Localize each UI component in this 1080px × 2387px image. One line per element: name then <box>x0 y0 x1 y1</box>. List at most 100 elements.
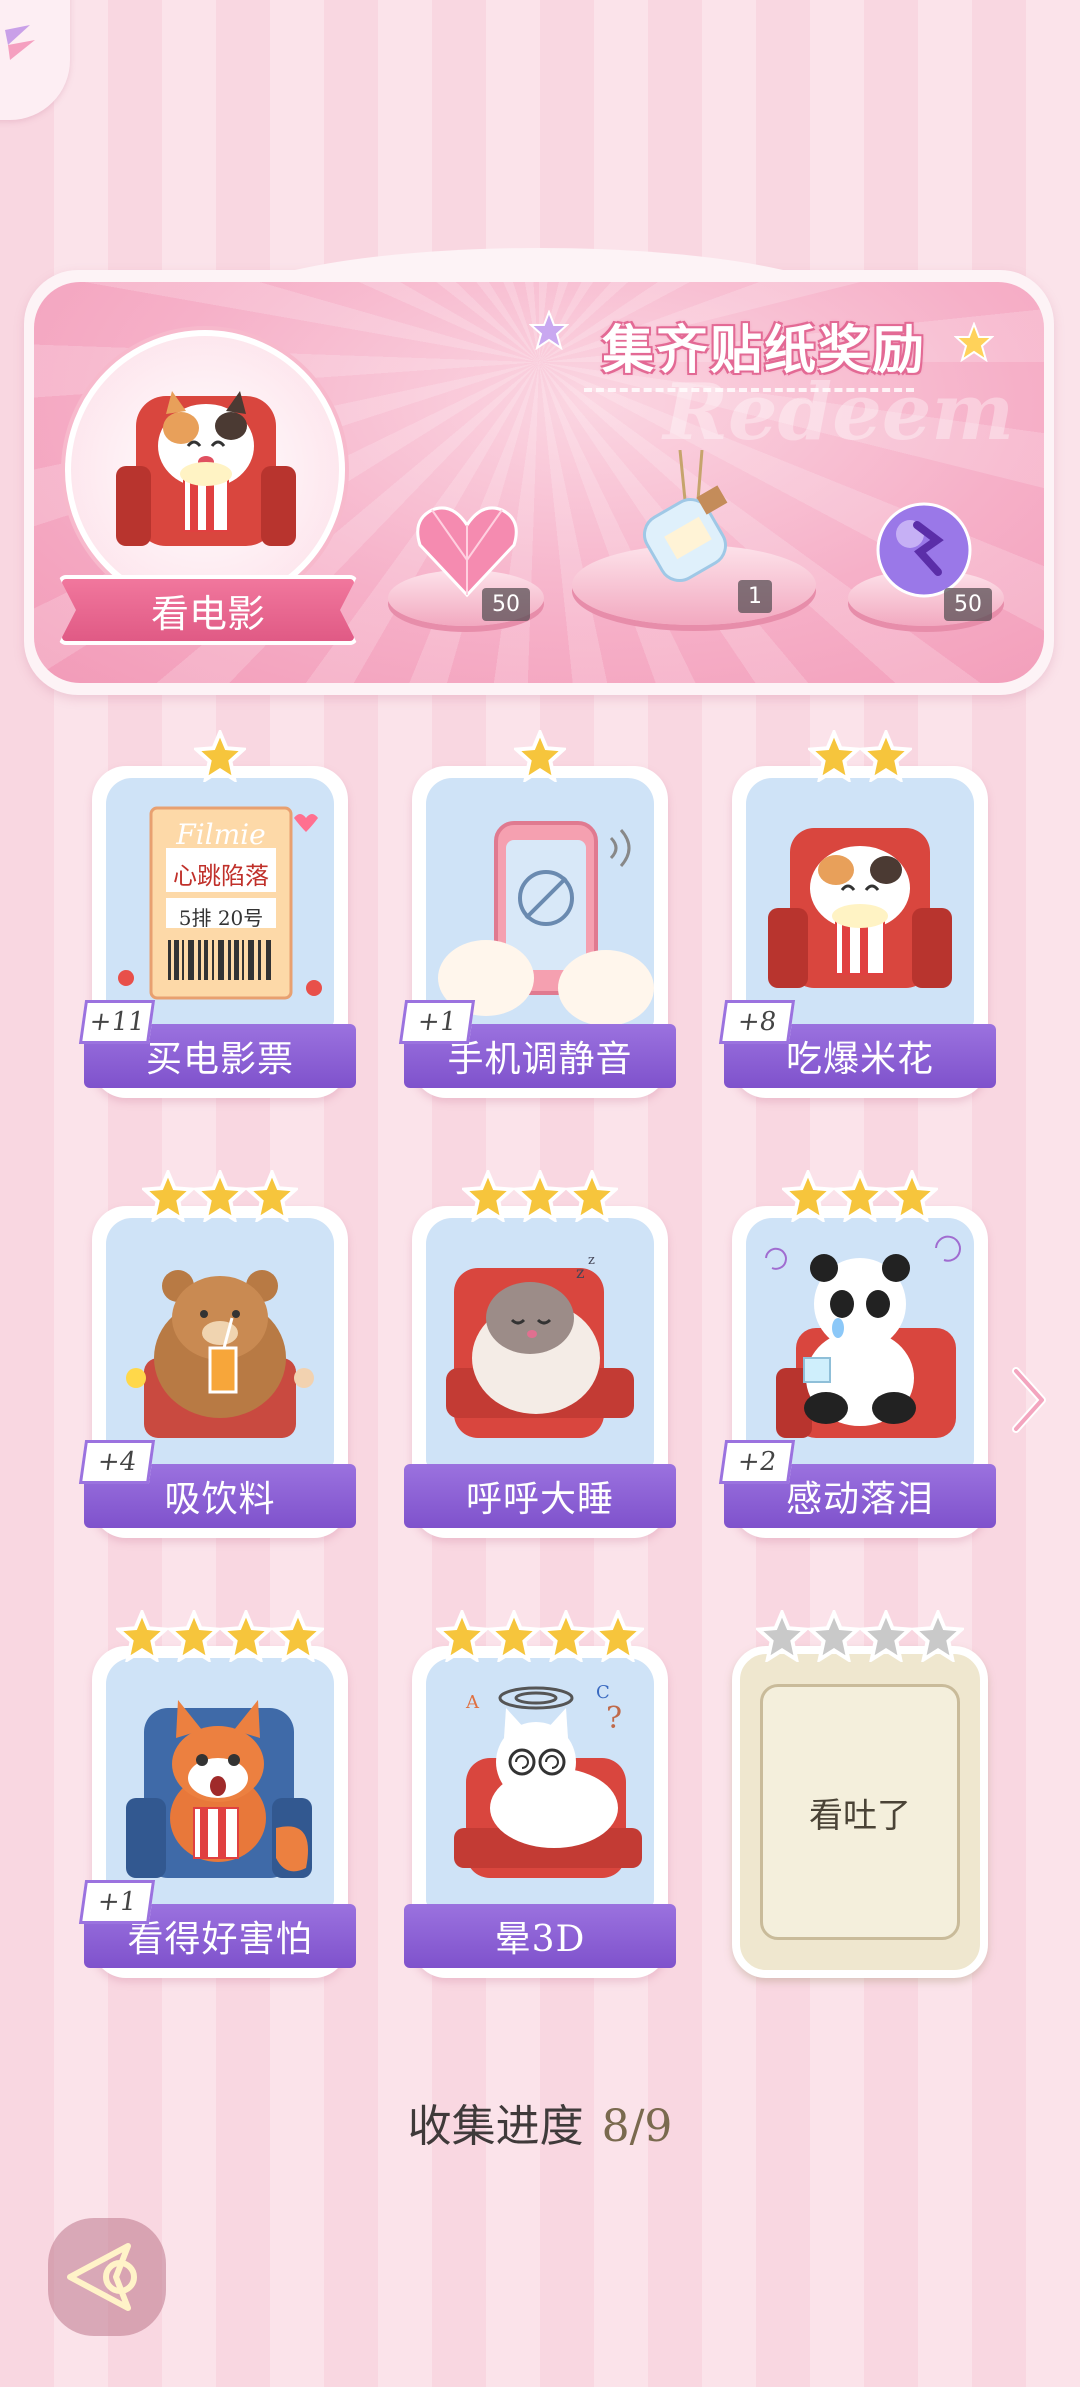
svg-text:z: z <box>576 1263 584 1282</box>
dizzy-cat-icon: A C ? <box>454 1682 642 1878</box>
plus-badge: +2 <box>718 1440 796 1484</box>
movie-label-ribbon: 看电影 <box>58 575 358 645</box>
gold-star-icon <box>436 1610 488 1662</box>
progress-value: 8/9 <box>601 2101 673 2152</box>
sleeping-hamster-icon: z z <box>446 1253 634 1438</box>
plus-badge: +4 <box>78 1440 156 1484</box>
plus-badge: +1 <box>398 1000 476 1044</box>
gold-star-icon <box>540 1610 592 1662</box>
sticker-card-popcorn[interactable]: +8 吃爆米花 <box>718 730 996 1098</box>
plus-badge: +8 <box>718 1000 796 1044</box>
cat-popcorn-icon <box>768 828 952 988</box>
banner-title: 集齐贴纸奖励 <box>601 319 926 381</box>
reward-count: 50 <box>482 588 530 621</box>
svg-text:C: C <box>596 1682 610 1703</box>
bear-drink-icon <box>126 1270 314 1438</box>
gold-star-icon <box>860 730 912 782</box>
ticket-brand: Filmie <box>176 818 266 851</box>
gold-star-icon <box>566 1170 618 1222</box>
card-label: 呼呼大睡 <box>404 1464 676 1528</box>
reward-message-bottle[interactable]: 1 <box>630 449 772 613</box>
gold-star-icon <box>168 1610 220 1662</box>
purple-star-icon <box>529 310 569 350</box>
grey-star-icon <box>860 1610 912 1662</box>
gold-star-icon <box>808 730 860 782</box>
crying-panda-icon <box>765 1235 961 1438</box>
ticket-seat: 5排 20号 <box>178 906 264 930</box>
sticker-card-locked[interactable]: 看吐了 <box>732 1610 988 1978</box>
scared-fox-icon <box>126 1700 312 1878</box>
plus-badge: +11 <box>78 1000 156 1044</box>
gold-star-icon <box>782 1170 834 1222</box>
gold-star-icon <box>220 1610 272 1662</box>
back-arrow-icon <box>67 2243 137 2311</box>
grey-star-icon <box>756 1610 808 1662</box>
gold-star-icon <box>488 1610 540 1662</box>
pink-heart-gem-icon <box>416 506 518 598</box>
fan-icon <box>5 25 35 60</box>
card-art <box>106 1658 334 1908</box>
reward-count: 50 <box>944 588 992 621</box>
chevron-right-icon[interactable] <box>1010 1365 1050 1435</box>
card-art: Filmie 心跳陷落 5排 20号 <box>106 778 334 1028</box>
gold-star-icon <box>834 1170 886 1222</box>
star-rating <box>412 1170 668 1230</box>
gold-star-icon <box>246 1170 298 1222</box>
star-rating <box>412 1610 668 1670</box>
star-rating <box>732 730 988 790</box>
ticket-title: 心跳陷落 <box>173 862 269 890</box>
collection-progress: 收集进度 8/9 <box>0 2090 1080 2154</box>
star-rating <box>92 1610 348 1670</box>
card-art <box>106 1218 334 1468</box>
cat-cinema-seat-icon <box>116 391 296 546</box>
star-rating <box>412 730 668 790</box>
gold-star-icon <box>272 1610 324 1662</box>
star-rating <box>92 730 348 790</box>
star-rating <box>732 1170 988 1230</box>
gold-star-icon <box>194 1170 246 1222</box>
sticker-card-dizzy-3d[interactable]: A C ? 晕3D <box>404 1610 676 1978</box>
card-art: z z <box>426 1218 654 1468</box>
purple-energy-orb-icon <box>876 502 972 598</box>
gold-star-icon <box>514 730 566 782</box>
card-art <box>746 778 974 1028</box>
reward-energy-orb[interactable]: 50 <box>872 500 992 621</box>
star-rating <box>92 1170 348 1230</box>
sticker-card-buy-ticket[interactable]: Filmie 心跳陷落 5排 20号 +11 买电影票 <box>78 730 356 1098</box>
movie-label: 看电影 <box>150 591 265 636</box>
reward-count: 1 <box>738 580 772 613</box>
sticker-card-mute-phone[interactable]: +1 手机调静音 <box>398 730 676 1098</box>
gold-star-icon <box>592 1610 644 1662</box>
card-label: 晕3D <box>404 1904 676 1968</box>
movie-medal <box>65 330 345 610</box>
sticker-card-scared[interactable]: +1 看得好害怕 <box>78 1610 356 1978</box>
sticker-card-sleep[interactable]: z z 呼呼大睡 <box>404 1170 676 1538</box>
reward-heart-gem[interactable]: 50 <box>412 500 530 621</box>
message-bottle-icon <box>643 449 728 582</box>
progress-label: 收集进度 <box>407 2101 584 2152</box>
sticker-card-drink[interactable]: +4 吸饮料 <box>78 1170 356 1538</box>
svg-text:?: ? <box>606 1701 622 1736</box>
plus-badge: +1 <box>78 1880 156 1924</box>
grey-star-icon <box>912 1610 964 1662</box>
locked-card-label: 看吐了 <box>809 1795 911 1836</box>
card-art <box>746 1218 974 1468</box>
gold-star-icon <box>462 1170 514 1222</box>
card-art: A C ? <box>426 1658 654 1908</box>
sticker-card-cry[interactable]: +2 感动落泪 <box>718 1170 996 1538</box>
gold-star-icon <box>194 730 246 782</box>
gold-star-icon <box>514 1170 566 1222</box>
gold-star-icon <box>954 322 994 362</box>
svg-text:z: z <box>588 1253 595 1268</box>
gold-star-icon <box>116 1610 168 1662</box>
gold-star-icon <box>886 1170 938 1222</box>
grey-star-icon <box>808 1610 860 1662</box>
back-button[interactable] <box>48 2218 166 2336</box>
muted-phone-icon <box>438 821 654 1026</box>
corner-menu-button[interactable] <box>0 0 70 120</box>
gold-star-icon <box>142 1170 194 1222</box>
locked-card-frame: 看吐了 <box>732 1646 988 1978</box>
star-rating <box>732 1610 988 1670</box>
svg-text:A: A <box>465 1692 480 1713</box>
card-art <box>426 778 654 1028</box>
